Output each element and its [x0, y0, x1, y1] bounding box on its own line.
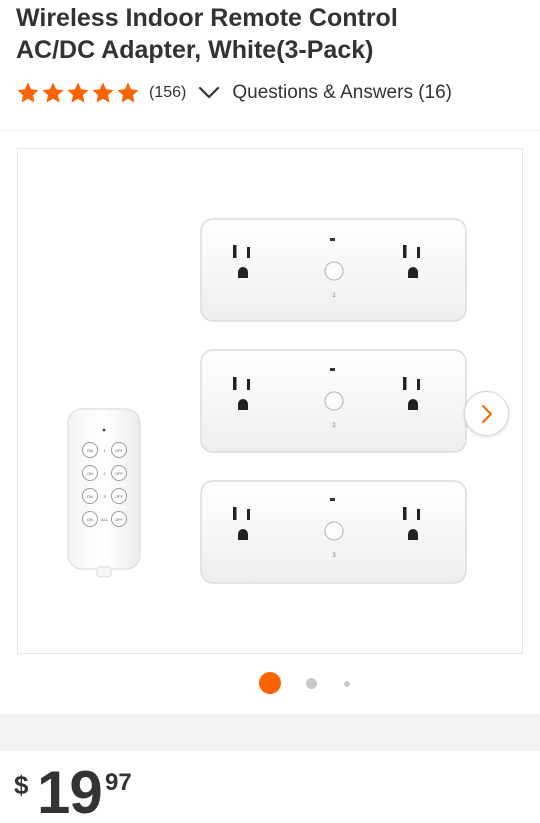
section-divider	[0, 714, 540, 751]
price-dollars: 19	[37, 759, 103, 823]
star-icon	[42, 82, 64, 103]
smart-plug-1	[200, 218, 467, 322]
star-icon	[117, 82, 139, 103]
divider	[0, 130, 540, 131]
star-rating	[16, 81, 140, 105]
pagination-dot-3[interactable]	[344, 681, 350, 687]
remote-off-all: OFF	[115, 517, 124, 522]
rating-row[interactable]: (156) Questions & Answers (16)	[16, 80, 452, 106]
chevron-right-icon	[481, 404, 492, 423]
questions-answers-link[interactable]: Questions & Answers (16)	[232, 82, 452, 104]
remote-off-1: OFF	[115, 448, 124, 453]
remote-control	[67, 408, 141, 578]
price-cents: 97	[105, 769, 132, 796]
star-icon	[17, 82, 39, 103]
remote-on-1: ON	[87, 448, 93, 453]
remote-off-3: OFF	[115, 494, 124, 499]
chevron-down-icon[interactable]	[198, 86, 220, 100]
gallery-pagination[interactable]	[0, 671, 540, 695]
smart-plug-2	[200, 349, 467, 453]
product-title: Wireless Indoor Remote Control AC/DC Ada…	[16, 4, 398, 64]
price-currency: $	[14, 770, 29, 800]
pagination-dot-2[interactable]	[306, 678, 317, 689]
pagination-dot-1[interactable]	[259, 672, 281, 694]
product-image: 1 2 3 ON 1 OFF ON 2 OFF ON 3 OFF ON ALL …	[67, 218, 467, 584]
product-image-gallery[interactable]: 1 2 3 ON 1 OFF ON 2 OFF ON 3 OFF ON ALL …	[17, 148, 523, 654]
smart-plug-3	[200, 480, 467, 584]
remote-on-all: ON	[87, 517, 93, 522]
star-icon	[92, 82, 114, 103]
remote-num-all: ALL	[101, 517, 109, 522]
review-count[interactable]: (156)	[149, 84, 186, 102]
star-icon	[67, 82, 89, 103]
remote-on-2: ON	[87, 471, 93, 476]
remote-on-3: ON	[87, 494, 93, 499]
remote-off-2: OFF	[115, 471, 124, 476]
next-image-button[interactable]	[464, 391, 509, 436]
